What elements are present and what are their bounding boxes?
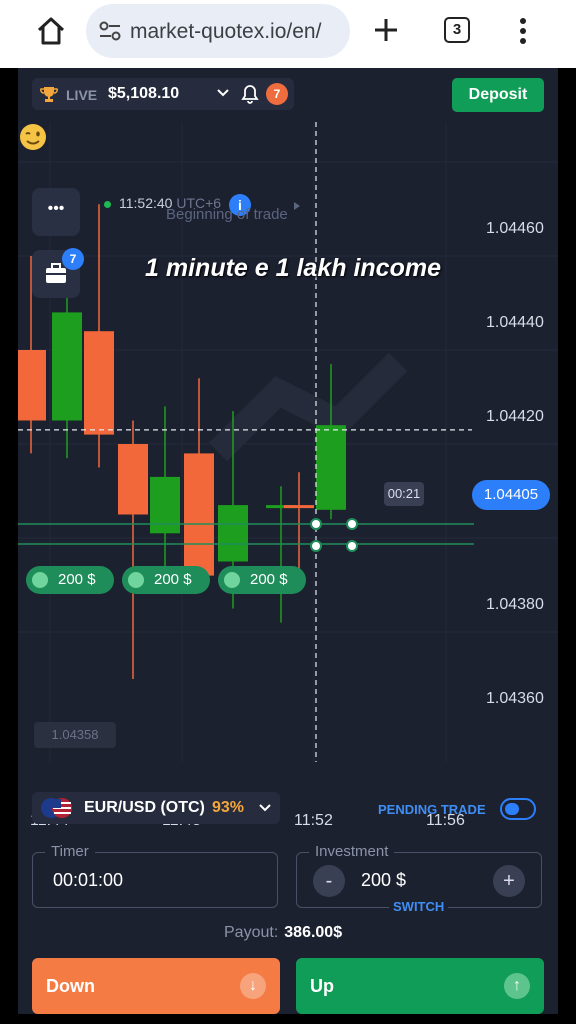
address-bar[interactable]: market-quotex.io/en/ (86, 4, 350, 58)
trade-amount: 200 $ (250, 571, 288, 588)
open-trade-chip[interactable]: 200 $ (122, 566, 210, 594)
arrow-down-icon: ↓ (240, 973, 266, 999)
arrow-up-icon (128, 572, 144, 588)
notifications-button[interactable]: 7 (232, 78, 294, 110)
candlestick-chart[interactable] (18, 122, 558, 792)
account-balance-selector[interactable]: LIVE $5,108.10 (32, 78, 244, 110)
price-tick: 1.04360 (486, 690, 544, 707)
trade-amount: 200 $ (58, 571, 96, 588)
tab-switcher-button[interactable]: 3 (444, 17, 470, 43)
investment-field[interactable]: Investment - 200 $ + SWITCH (296, 843, 542, 914)
asset-payout-percent: 93% (212, 799, 245, 816)
candle-body (284, 505, 314, 509)
investment-label: Investment (309, 843, 395, 860)
candle-body (184, 453, 214, 576)
up-button[interactable]: Up ↑ (296, 958, 544, 1014)
timer-label: Timer (45, 843, 95, 860)
trade-marker (346, 518, 358, 530)
deposit-button[interactable]: Deposit (452, 78, 544, 112)
chevron-down-icon (217, 89, 229, 97)
asset-selector[interactable]: EUR/USD (OTC) 93% (32, 792, 280, 824)
url-text: market-quotex.io/en/ (130, 20, 322, 43)
open-trade-chip[interactable]: 200 $ (26, 566, 114, 594)
investment-value[interactable]: 200 $ (361, 870, 406, 891)
current-price-label: 1.04405 (472, 480, 550, 510)
more-options-button[interactable]: ••• (32, 188, 80, 236)
up-label: Up (310, 976, 334, 996)
trade-marker (346, 540, 358, 552)
down-label: Down (46, 976, 95, 996)
candle-body (218, 505, 248, 562)
home-icon[interactable] (34, 14, 68, 48)
ghost-price-label: 1.04358 (34, 722, 116, 748)
increase-investment-button[interactable]: + (493, 865, 525, 897)
browser-menu-icon[interactable] (516, 16, 530, 46)
toggle-knob (505, 803, 519, 815)
bell-icon (241, 85, 259, 104)
candle-body (150, 476, 180, 534)
screen-edge-left (0, 68, 18, 1024)
open-trade-chip[interactable]: 200 $ (218, 566, 306, 594)
candle-body (118, 444, 148, 515)
candle-body (84, 331, 114, 435)
beginning-of-trade-label: Beginning of trade (166, 206, 288, 223)
candle-countdown: 00:21 (384, 482, 424, 506)
timer-value[interactable]: 00:01:00 (53, 870, 123, 891)
asset-name: EUR/USD (OTC) (84, 799, 205, 816)
site-settings-icon[interactable] (98, 20, 122, 42)
timer-field[interactable]: Timer 00:01:00 (32, 843, 278, 908)
candle-body (52, 312, 82, 421)
video-caption: 1 minute e 1 lakh income (145, 254, 441, 282)
account-mode-label: LIVE (66, 87, 98, 103)
candle-body (18, 350, 46, 421)
time-tick: 11:52 (294, 812, 333, 829)
server-time-value: 11:52:40 (119, 195, 173, 211)
arrow-up-icon (32, 572, 48, 588)
price-tick: 1.04420 (486, 408, 544, 425)
winking-face-icon (20, 124, 46, 150)
payout-row: Payout: 386.00$ (224, 924, 342, 942)
pending-trade-toggle[interactable] (500, 798, 536, 820)
trade-marker (310, 518, 322, 530)
trade-amount: 200 $ (154, 571, 192, 588)
payout-label: Payout: (224, 924, 279, 941)
watermark-logo (208, 352, 408, 462)
notification-count-badge: 7 (266, 83, 288, 105)
trophy-icon (40, 87, 58, 102)
trade-marker (310, 540, 322, 552)
more-options-icon: ••• (47, 200, 65, 217)
down-button[interactable]: Down ↓ (32, 958, 280, 1014)
live-indicator-icon (104, 200, 111, 208)
browser-toolbar: market-quotex.io/en/ 3 (0, 0, 576, 68)
price-tick: 1.04440 (486, 314, 544, 331)
new-tab-icon[interactable] (372, 16, 400, 44)
chevron-down-icon (259, 804, 271, 812)
pending-trade-label[interactable]: PENDING TRADE (378, 802, 486, 817)
switch-button[interactable]: SWITCH (389, 899, 449, 914)
trading-app: LIVE $5,108.10 7 Deposit ••• 7 11:52:40 … (18, 68, 558, 1014)
price-chart[interactable]: ••• 7 11:52:40 UTC+6 i Beginning of trad… (18, 122, 558, 829)
candle-body (316, 425, 346, 510)
balance-amount: $5,108.10 (108, 85, 180, 102)
app-topbar: LIVE $5,108.10 7 Deposit (18, 68, 558, 122)
trade-start-flag (294, 202, 300, 210)
eur-usd-flag-icon (41, 798, 72, 818)
decrease-investment-button[interactable]: - (313, 865, 345, 897)
screen-edge-right (558, 68, 576, 1024)
arrow-up-icon (224, 572, 240, 588)
arrow-up-icon: ↑ (504, 973, 530, 999)
payout-value: 386.00$ (284, 924, 343, 941)
price-tick: 1.04460 (486, 220, 544, 237)
price-tick: 1.04380 (486, 596, 544, 613)
